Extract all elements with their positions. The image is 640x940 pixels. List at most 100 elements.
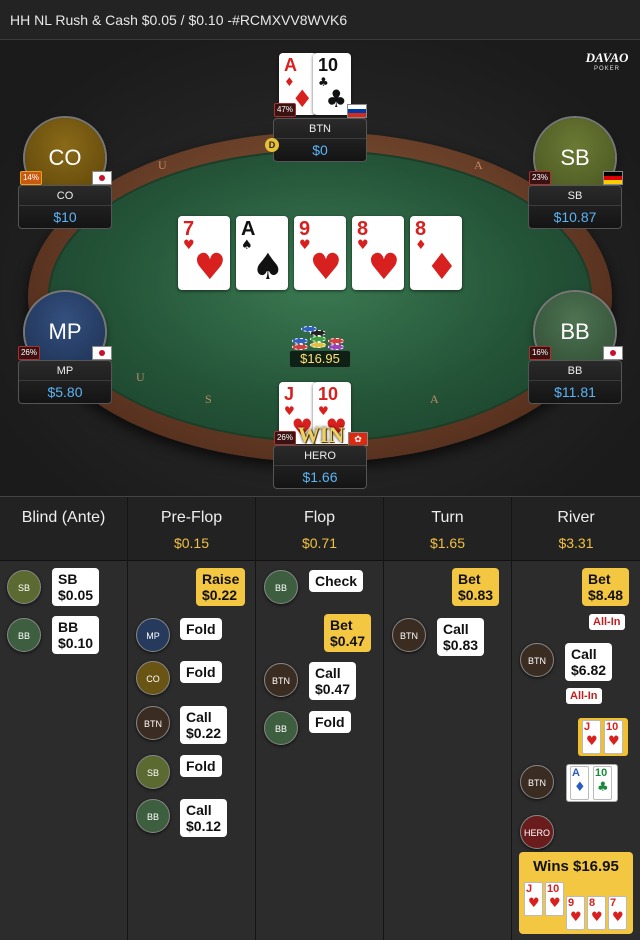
heart-icon: ♥ <box>586 734 598 749</box>
equity-badge: 14% <box>20 171 42 185</box>
board-card: A ♠ ♠ <box>236 216 288 290</box>
seat-mp[interactable]: MP $5.80 <box>18 360 112 404</box>
dealer-button-icon: D <box>265 138 279 152</box>
street-header: Blind (Ante) <box>0 497 127 561</box>
action-amount: $0.10 <box>58 635 94 651</box>
action-type: Check <box>315 573 358 589</box>
mini-card: 10 ♣ <box>593 766 612 800</box>
rail-letter: U <box>136 370 145 384</box>
rail-letter: S <box>205 392 212 406</box>
action-bubble: Call $6.82 <box>565 643 613 681</box>
rail-letter: U <box>158 158 167 172</box>
spade-icon: ♠ <box>251 247 284 288</box>
street-header: River $3.31 <box>512 497 640 561</box>
board-card: 7 ♥ ♥ <box>178 216 230 290</box>
action-amount: $6.82 <box>571 662 607 678</box>
action-amount: $0.83 <box>443 637 479 653</box>
action-bubble: Bet $8.48 <box>582 568 630 606</box>
position-chip: BB <box>7 618 41 652</box>
board-card: 8 ♥ ♥ <box>352 216 404 290</box>
action-bubble: Call $0.47 <box>309 662 357 700</box>
board-card: 9 ♥ ♥ <box>294 216 346 290</box>
logo-text: DAVAO <box>585 50 629 65</box>
position-chip: CO <box>136 661 170 695</box>
hole-card: 10 ♣ ♣ <box>313 53 351 115</box>
all-in-badge: All-In <box>566 688 602 704</box>
position-chip: BB <box>264 711 298 745</box>
seat-bb[interactable]: BB $11.81 <box>528 360 622 404</box>
street-pot: $0.71 <box>301 535 338 551</box>
street-pot: $3.31 <box>558 535 594 551</box>
heart-icon: ♥ <box>193 247 226 288</box>
action-type: Bet <box>458 571 481 587</box>
heart-icon: ♥ <box>612 910 624 925</box>
hand-title: HH NL Rush & Cash $0.05 / $0.10 -#RCMXVV… <box>0 0 640 40</box>
card-rank: 10 <box>318 55 339 75</box>
action-type: Bet <box>588 571 611 587</box>
action-bubble: BB $0.10 <box>52 616 100 654</box>
action-bubble: Fold <box>180 618 222 640</box>
equity-badge: 26% <box>274 431 296 445</box>
mini-card: A ♦ <box>570 766 589 800</box>
equity-badge: 23% <box>529 171 551 185</box>
action-bubble: Bet $0.47 <box>324 614 372 652</box>
germany-flag-icon <box>603 171 623 185</box>
position-chip: HERO <box>520 815 554 849</box>
win-amount: Wins $16.95 <box>533 858 619 875</box>
action-type: Fold <box>315 714 345 730</box>
hong-kong-flag-icon: ✿ <box>348 432 368 446</box>
action-amount: $8.48 <box>588 587 624 603</box>
position-chip: SB <box>136 755 170 789</box>
action-type: Call <box>315 665 341 681</box>
seat-sb[interactable]: SB $10.87 <box>528 185 622 229</box>
street-name: Pre-Flop <box>160 509 223 526</box>
seat-btn[interactable]: BTN $0 <box>273 118 367 162</box>
btn-shown-cards: A ♦ 10 ♣ <box>566 764 618 802</box>
action-type: Call <box>186 802 212 818</box>
rail-letter: A <box>474 158 483 172</box>
board-card: 8 ♦ ♦ <box>410 216 462 290</box>
card-rank: 10 <box>547 883 560 895</box>
club-icon: ♣ <box>325 85 347 113</box>
heart-icon: ♥ <box>549 896 561 911</box>
mini-card: 7 ♥ <box>608 896 627 930</box>
action-amount: $0.22 <box>186 725 222 741</box>
position-chip: BTN <box>136 706 170 740</box>
japan-flag-icon <box>92 346 112 360</box>
card-rank: J <box>284 384 295 404</box>
col-blind: Blind (Ante) <box>0 497 128 940</box>
mini-card: J ♥ <box>582 720 601 754</box>
action-type: Call <box>186 709 212 725</box>
action-bubble: Fold <box>309 711 351 733</box>
mini-card: 9 ♥ <box>566 896 585 930</box>
seat-hero[interactable]: HERO $1.66 <box>273 445 367 489</box>
win-banner: WIN <box>297 422 345 447</box>
position-chip: SB <box>7 570 41 604</box>
seat-stack: $11.81 <box>554 384 596 400</box>
seat-co[interactable]: CO $10 <box>18 185 112 229</box>
diamond-icon: ♦ <box>425 247 458 288</box>
seat-name: BB <box>529 361 621 381</box>
heart-icon: ♥ <box>570 910 582 925</box>
col-turn: Turn $1.65 <box>384 497 512 940</box>
position-chip: BTN <box>520 765 554 799</box>
card-rank: 10 <box>595 767 608 779</box>
street-header: Pre-Flop $0.15 <box>128 497 255 561</box>
action-type: Call <box>571 646 597 662</box>
card-rank: 8 <box>589 897 596 909</box>
card-rank: J <box>584 721 591 733</box>
logo-subtext: POKER <box>593 66 620 72</box>
action-amount: $0.12 <box>186 818 222 834</box>
action-type: Call <box>443 621 469 637</box>
position-chip: MP <box>136 618 170 652</box>
equity-badge: 16% <box>529 346 551 360</box>
action-bubble: Check <box>309 570 364 592</box>
action-amount: $0.83 <box>458 587 494 603</box>
street-name: River <box>557 509 595 526</box>
card-rank: 9 <box>568 897 575 909</box>
card-rank: 10 <box>606 721 619 733</box>
seat-name: HERO <box>274 446 366 466</box>
street-pot: $1.65 <box>429 535 466 551</box>
action-type: BB <box>58 619 79 635</box>
club-icon: ♣ <box>597 780 609 795</box>
